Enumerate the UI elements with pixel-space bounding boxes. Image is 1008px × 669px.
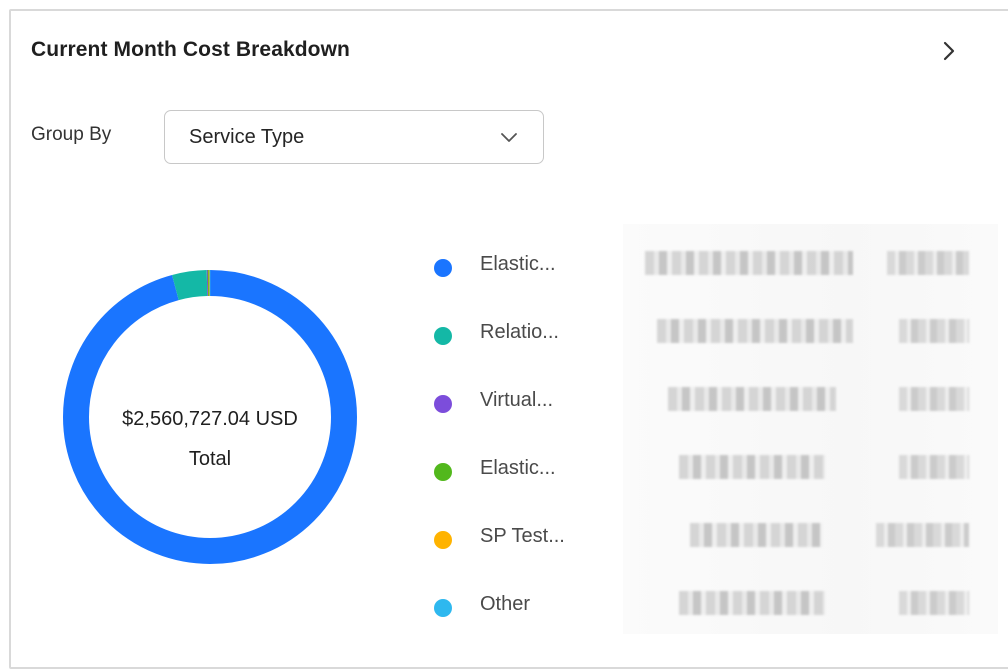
legend-label: Elastic... — [480, 457, 556, 479]
total-label: Total — [188, 448, 232, 470]
legend-item[interactable]: SP Test... — [434, 505, 998, 573]
legend-amount-redacted — [657, 319, 853, 343]
group-by-select[interactable]: Service Type — [164, 110, 544, 164]
legend: Elastic... Relatio... Virtual... Elastic… — [434, 233, 998, 653]
legend-dot — [434, 599, 452, 617]
legend-amount-redacted — [679, 591, 825, 615]
legend-percent-redacted — [887, 251, 969, 275]
group-by-value: Service Type — [189, 126, 305, 148]
legend-item[interactable]: Virtual... — [434, 369, 998, 437]
legend-amount-redacted — [645, 251, 853, 275]
legend-dot — [434, 327, 452, 345]
legend-percent-redacted — [899, 455, 969, 479]
legend-label: Elastic... — [480, 253, 556, 275]
legend-amount-redacted — [690, 523, 822, 547]
total-amount: $2,560,727.04 USD — [122, 408, 298, 430]
legend-amount-redacted — [668, 387, 836, 411]
legend-label: SP Test... — [480, 525, 565, 547]
legend-percent-redacted — [899, 319, 969, 343]
legend-dot — [434, 259, 452, 277]
legend-label: Relatio... — [480, 321, 559, 343]
legend-item[interactable]: Elastic... — [434, 233, 998, 301]
group-by-label: Group By — [31, 124, 112, 145]
legend-percent-redacted — [899, 591, 969, 615]
legend-item[interactable]: Other — [434, 573, 998, 641]
legend-item[interactable]: Elastic... — [434, 437, 998, 505]
card-title: Current Month Cost Breakdown — [31, 38, 350, 61]
legend-item[interactable]: Relatio... — [434, 301, 998, 369]
legend-dot — [434, 395, 452, 413]
chevron-right-icon[interactable] — [934, 36, 964, 66]
donut-center: $2,560,727.04 USD Total — [62, 269, 358, 565]
chevron-down-icon — [501, 133, 517, 142]
legend-label: Other — [480, 593, 531, 615]
legend-amount-redacted — [679, 455, 825, 479]
legend-percent-redacted — [899, 387, 969, 411]
legend-percent-redacted — [876, 523, 969, 547]
legend-dot — [434, 531, 452, 549]
legend-dot — [434, 463, 452, 481]
legend-label: Virtual... — [480, 389, 553, 411]
